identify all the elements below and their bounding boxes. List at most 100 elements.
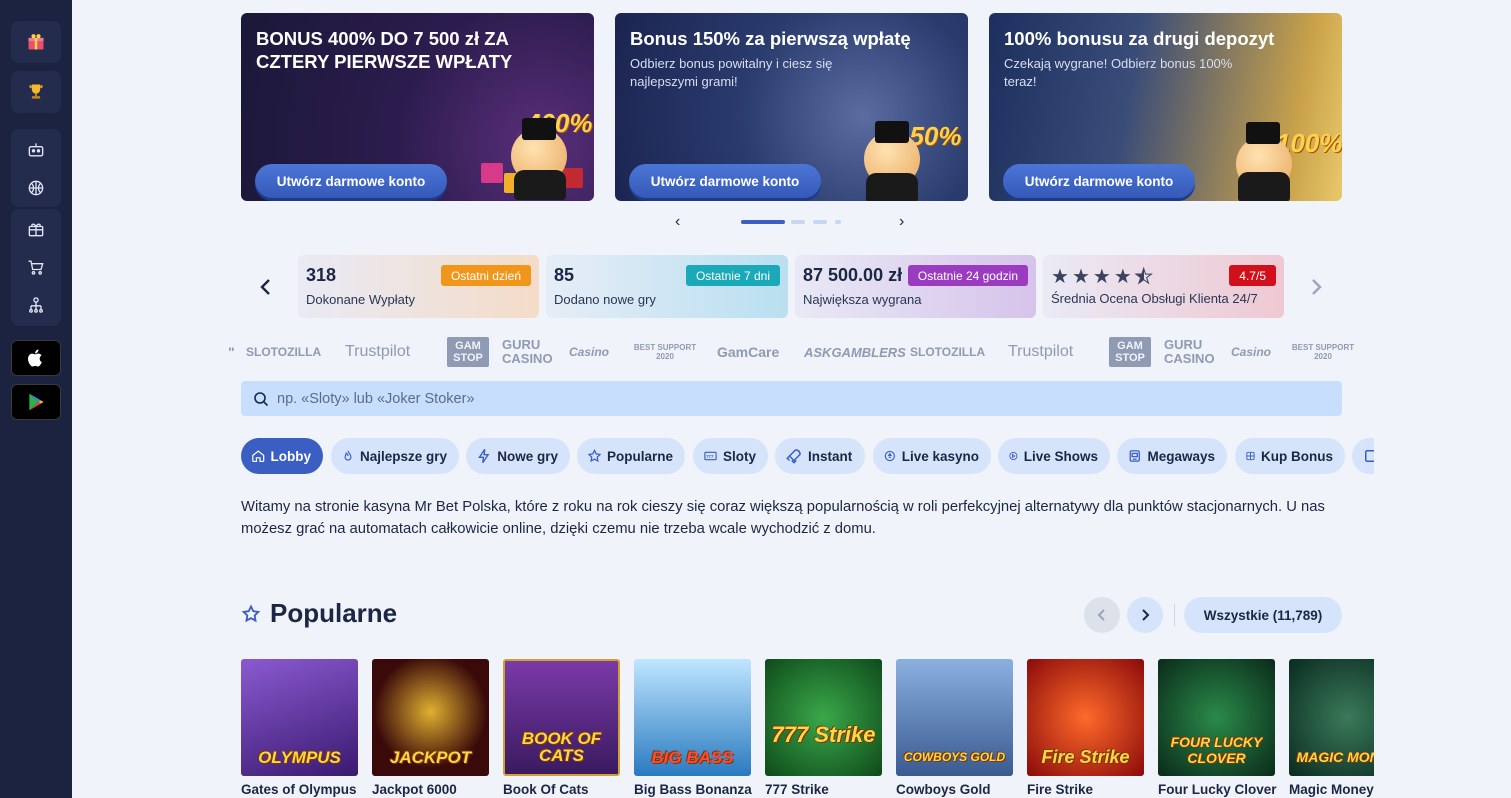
sidebar-item-shop[interactable] [11, 248, 61, 286]
game-title: Big Bass Bonanza [634, 782, 752, 797]
stats-next-button[interactable] [1308, 277, 1324, 302]
promo-banner-1[interactable]: BONUS 400% DO 7 500 zł ZA CZTERY PIERWSZ… [241, 13, 594, 201]
tab-new-games[interactable]: Nowe gry [466, 438, 570, 474]
trophy-icon [11, 71, 61, 113]
stat-badge: Ostatni dzień [440, 265, 531, 286]
create-account-button[interactable]: Utwórz darmowe konto [629, 164, 821, 198]
game-title: Fire Strike [1027, 782, 1094, 797]
carousel-prev-button[interactable]: ‹ [675, 214, 680, 230]
tab-megaways[interactable]: Megaways [1117, 438, 1227, 474]
game-title: Jackpot 6000 [372, 782, 457, 797]
game-thumbnail: COWBOYS GOLD [896, 659, 1013, 776]
lightning-icon [478, 448, 490, 464]
tab-more[interactable] [1352, 438, 1374, 474]
network-icon [29, 297, 43, 313]
tab-slots[interactable]: 777 Sloty [693, 438, 768, 474]
partners-strip: " SLOTOZILLA Trustpilot GAM STOP GURU CA… [228, 334, 1356, 370]
slot-777-icon: 777 [704, 451, 717, 461]
game-card[interactable]: 777 Strike 777 Strike [765, 659, 882, 797]
tab-label: Megaways [1147, 448, 1215, 464]
tab-popular[interactable]: Popularne [577, 438, 685, 474]
partner-logo: GURU CASINO [502, 337, 553, 366]
mascot-illustration: 150% [850, 103, 965, 201]
sidebar [0, 0, 72, 798]
game-card[interactable]: BOOK OF CATS Book Of Cats [503, 659, 620, 797]
carousel-next-button[interactable]: › [899, 214, 904, 230]
game-title: Gates of Olympus [241, 782, 357, 797]
game-card[interactable]: FOUR LUCKY CLOVER Four Lucky Clover [1158, 659, 1277, 797]
sidebar-item-bonus[interactable] [11, 21, 61, 63]
carousel-dot[interactable] [835, 220, 841, 224]
carousel-dot-active[interactable] [741, 220, 785, 224]
game-card[interactable]: JACKPOT Jackpot 6000 [372, 659, 489, 797]
partner-logo: " [228, 344, 235, 360]
stat-label: Średnia Ocena Obsługi Klienta 24/7 [1051, 291, 1258, 306]
sidebar-item-tournaments[interactable] [11, 71, 61, 113]
sidebar-item-promotions[interactable] [11, 210, 61, 248]
flame-icon [344, 450, 352, 461]
star-icon: ★ [1071, 266, 1090, 288]
partner-logo: Trustpilot [345, 343, 411, 360]
game-card[interactable]: MAGIC MONEY Magic Money Maze [1289, 659, 1374, 797]
gift-box-icon [11, 21, 61, 63]
half-star-icon: ★ [1134, 266, 1153, 288]
create-account-button[interactable]: Utwórz darmowe konto [255, 164, 447, 198]
bonus-icon [1246, 451, 1255, 461]
app-store-button[interactable] [11, 340, 61, 376]
google-play-button[interactable] [11, 384, 61, 420]
game-title: Magic Money Maze [1289, 782, 1374, 797]
banner-subtitle: Czekają wygrane! Odbierz bonus 100% tera… [1004, 56, 1233, 89]
section-header-popular: Popularne [241, 598, 397, 629]
mascot-illustration: 400% [476, 108, 593, 201]
tab-live-casino[interactable]: Live kasyno [873, 438, 991, 474]
partner-logo: GAM STOP [447, 337, 489, 367]
sidebar-item-robot[interactable] [11, 131, 61, 169]
carousel-dot[interactable] [791, 220, 805, 224]
games-row: OLYMPUS Gates of Olympus JACKPOT Jackpot… [241, 659, 1374, 798]
game-title: Book Of Cats [503, 782, 589, 797]
stat-badge: 4.7/5 [1229, 265, 1276, 286]
sidebar-item-affiliate[interactable] [11, 286, 61, 324]
chevron-right-icon [1142, 609, 1150, 621]
tab-top-games[interactable]: Najlepsze gry [331, 438, 459, 474]
partner-logo: GamCare [717, 344, 780, 360]
promo-banner-3[interactable]: 100% bonusu za drugi depozyt Czekają wyg… [989, 13, 1342, 201]
create-account-button[interactable]: Utwórz darmowe konto [1003, 164, 1195, 198]
robot-icon [28, 143, 44, 157]
game-card[interactable]: BIG BASS Big Bass Bonanza [634, 659, 752, 797]
star-icon: ★ [1092, 266, 1111, 288]
star-icon [241, 603, 261, 622]
game-title: Cowboys Gold [896, 782, 991, 797]
game-card[interactable]: OLYMPUS Gates of Olympus [241, 659, 358, 797]
carousel-dot[interactable] [813, 220, 827, 224]
promo-banner-2[interactable]: Bonus 150% za pierwszą wpłatę Odbierz bo… [615, 13, 968, 201]
chevron-left-icon [260, 279, 270, 295]
partner-logo: SLOTOZILLA [910, 345, 986, 359]
popular-prev-button[interactable] [1084, 597, 1120, 633]
tab-lobby[interactable]: Lobby [241, 438, 323, 474]
partner-logo: Trustpilot [1008, 343, 1074, 360]
stat-label: Dodano nowe gry [554, 292, 656, 307]
chip-icon [884, 450, 895, 462]
tab-instant[interactable]: Instant [775, 438, 865, 474]
google-play-icon [29, 393, 44, 411]
tab-label: Lobby [270, 448, 312, 464]
stats-prev-button[interactable] [258, 277, 274, 302]
stat-card-new-games: 85 Dodano nowe gry Ostatnie 7 dni [546, 255, 788, 318]
tab-buy-bonus[interactable]: Kup Bonus [1235, 438, 1345, 474]
show-all-button[interactable]: Wszystkie (11,789) [1184, 597, 1342, 633]
game-card[interactable]: Fire Strike Fire Strike [1027, 659, 1144, 797]
slot-machine-icon [1129, 450, 1140, 462]
popular-next-button[interactable] [1127, 597, 1163, 633]
partner-logo: BEST SUPPORT 2020 [1291, 343, 1355, 361]
tab-label: Popularne [606, 448, 673, 464]
partner-logo: GURU CASINO [1164, 337, 1215, 366]
stat-label: Największa wygrana [803, 292, 922, 307]
tab-live-shows[interactable]: Live Shows [998, 438, 1110, 474]
tab-label: Kup Bonus [1261, 448, 1333, 464]
star-icon: ★ [1051, 266, 1069, 288]
sidebar-item-sports[interactable] [11, 169, 61, 207]
search-input[interactable] [277, 390, 1177, 407]
chevron-right-icon [1312, 279, 1322, 295]
game-card[interactable]: COWBOYS GOLD Cowboys Gold [896, 659, 1013, 797]
